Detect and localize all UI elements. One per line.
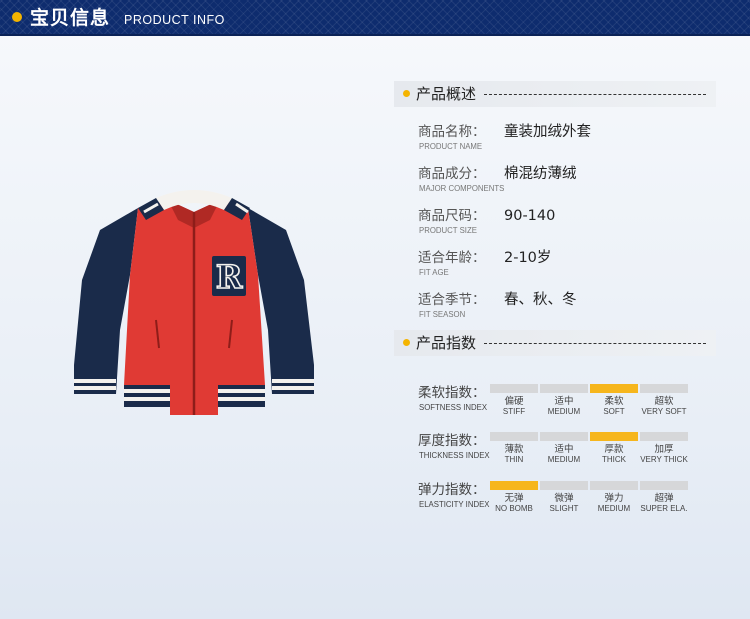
section-bullet-icon (403, 339, 410, 346)
index-level: 加厚 VERY THICK (640, 432, 688, 472)
index-level-cn: 无弹 (504, 493, 524, 504)
index-level-en: SLIGHT (549, 504, 579, 513)
letter-patch: R (212, 256, 246, 297)
left-cuff (74, 376, 116, 394)
header-bullet-icon (12, 12, 22, 22)
index-bar (640, 432, 688, 441)
index-level-cn: 薄款 (504, 444, 524, 455)
index-level-en: MEDIUM (547, 407, 581, 416)
index-level: 薄款 THIN (490, 432, 538, 472)
info-label-en: FIT AGE (419, 268, 449, 277)
section-bullet-icon (403, 90, 410, 97)
index-label-en: THICKNESS INDEX (419, 451, 490, 460)
info-row-size: 商品尺码： PRODUCT SIZE 90-140 (418, 207, 718, 243)
index-bar (540, 432, 588, 441)
index-bar (640, 481, 688, 490)
index-label-en: ELASTICITY INDEX (419, 500, 490, 509)
index-level: 适中 MEDIUM (540, 384, 588, 424)
index-level-cn: 适中 (554, 396, 574, 407)
index-level: 适中 MEDIUM (540, 432, 588, 472)
info-row-age: 适合年龄： FIT AGE 2-10岁 (418, 249, 718, 285)
info-label-en: FIT SEASON (419, 310, 466, 319)
overview-section-header: 产品概述 (394, 81, 716, 107)
index-section-header: 产品指数 (394, 330, 716, 356)
info-row-components: 商品成分： MAJOR COMPONENTS 棉混纺薄绒 (418, 165, 718, 201)
index-row-thickness: 厚度指数： THICKNESS INDEX 薄款 THIN 适中 MEDIUM … (418, 432, 718, 472)
index-label-en: SOFTNESS INDEX (419, 403, 488, 412)
info-value: 童装加绒外套 (504, 124, 591, 140)
index-level: 微弹 SLIGHT (540, 481, 588, 521)
index-bar (540, 481, 588, 490)
index-level-cn: 微弹 (554, 493, 574, 504)
index-level: 柔软 SOFT (590, 384, 638, 424)
patch-letter: R (216, 258, 243, 296)
index-level-en: MEDIUM (547, 455, 581, 464)
index-level: 厚款 THICK (590, 432, 638, 472)
index-level-cn: 超软 (654, 396, 674, 407)
index-level-cn: 厚款 (604, 444, 624, 455)
index-level-cn: 加厚 (654, 444, 674, 455)
hem-band (124, 385, 265, 415)
info-value: 2-10岁 (504, 250, 552, 266)
index-level-en: THICK (602, 455, 626, 464)
index-level-en: THIN (504, 455, 524, 464)
index-level-en: VERY THICK (640, 455, 688, 464)
index-bar (590, 384, 638, 393)
info-label: 商品尺码： (418, 208, 486, 224)
info-label-en: PRODUCT SIZE (419, 226, 477, 235)
index-level-en: VERY SOFT (641, 407, 687, 416)
index-level: 无弹 NO BOMB (490, 481, 538, 521)
index-label: 弹力指数： (418, 482, 486, 498)
index-bar (490, 384, 538, 393)
info-label-en: PRODUCT NAME (419, 142, 483, 151)
index-bar (490, 432, 538, 441)
info-value: 棉混纺薄绒 (504, 166, 577, 182)
section-divider (484, 343, 706, 344)
info-label: 适合年龄： (418, 250, 486, 266)
info-row-season: 适合季节： FIT SEASON 春、秋、冬 (418, 291, 718, 327)
index-row-softness: 柔软指数： SOFTNESS INDEX 偏硬 STIFF 适中 MEDIUM … (418, 384, 718, 424)
index-level-en: SUPER ELA. (640, 504, 688, 513)
index-level-cn: 柔软 (604, 396, 624, 407)
index-level-en: MEDIUM (597, 504, 631, 513)
index-level-en: STIFF (502, 407, 526, 416)
info-value: 春、秋、冬 (504, 292, 577, 308)
right-cuff (272, 376, 314, 394)
index-level-cn: 超弹 (654, 493, 674, 504)
info-label-en: MAJOR COMPONENTS (419, 184, 505, 193)
header-subtitle: PRODUCT INFO (124, 13, 225, 27)
index-level-en: SOFT (603, 407, 625, 416)
header-bar: 宝贝信息 PRODUCT INFO (0, 0, 750, 36)
index-bar (490, 481, 538, 490)
index-bar (590, 432, 638, 441)
index-label: 厚度指数： (418, 433, 486, 449)
index-label: 柔软指数： (418, 385, 486, 401)
index-title: 产品指数 (416, 334, 477, 352)
index-level: 超软 VERY SOFT (640, 384, 688, 424)
index-row-elasticity: 弹力指数： ELASTICITY INDEX 无弹 NO BOMB 微弹 SLI… (418, 481, 718, 521)
index-bar (640, 384, 688, 393)
index-level-cn: 偏硬 (504, 396, 524, 407)
section-divider (484, 94, 706, 95)
info-label: 商品名称： (418, 124, 486, 140)
header-title: 宝贝信息 (30, 7, 111, 29)
index-level-en: NO BOMB (495, 504, 533, 513)
index-level: 弹力 MEDIUM (590, 481, 638, 521)
index-level: 偏硬 STIFF (490, 384, 538, 424)
info-value: 90-140 (504, 208, 556, 224)
index-level-cn: 弹力 (604, 493, 624, 504)
overview-title: 产品概述 (416, 85, 477, 103)
index-bar (590, 481, 638, 490)
info-label: 适合季节： (418, 292, 486, 308)
index-level: 超弹 SUPER ELA. (640, 481, 688, 521)
index-level-cn: 适中 (554, 444, 574, 455)
info-row-product-name: 商品名称： PRODUCT NAME 童装加绒外套 (418, 123, 718, 159)
index-bar (540, 384, 588, 393)
product-jacket-image: R (74, 190, 314, 415)
info-label: 商品成分： (418, 166, 486, 182)
